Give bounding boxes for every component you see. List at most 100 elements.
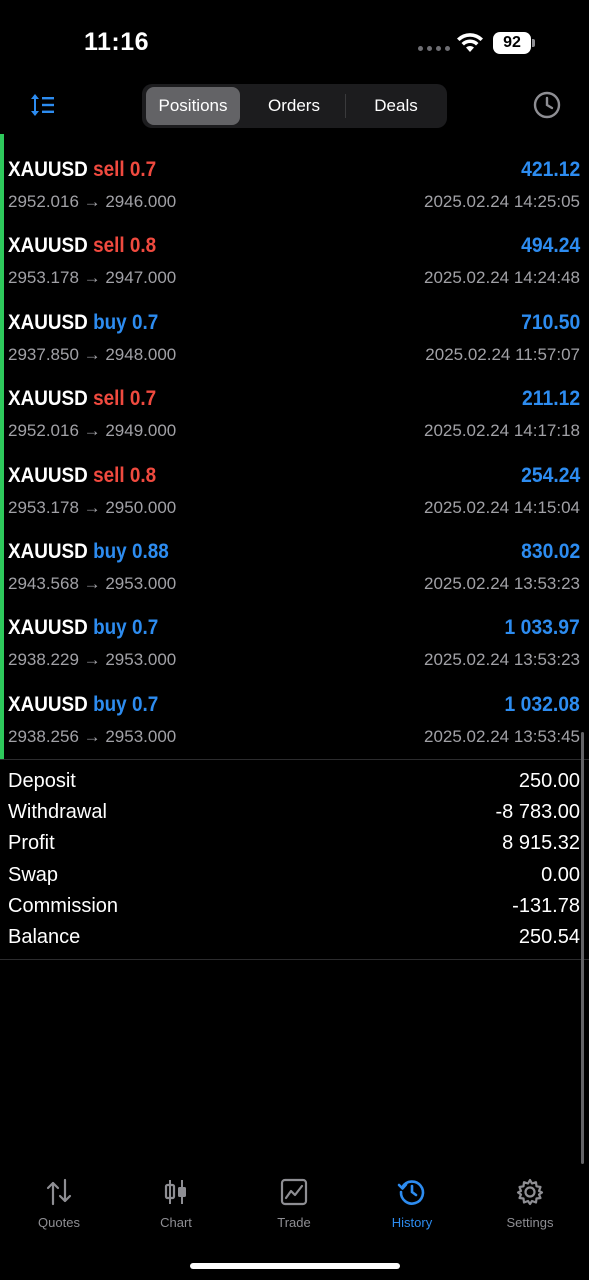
deal-title: XAUUSD buy 0.7 xyxy=(8,311,158,335)
deal-volume: 0.8 xyxy=(129,234,157,258)
deal-row[interactable]: XAUUSD sell 0.8 494.24 2953.178 → 2947.000… xyxy=(0,210,589,288)
trade-chart-icon xyxy=(280,1178,308,1206)
deal-row[interactable]: XAUUSD sell 0.7 211.12 2952.016 → 2949.000… xyxy=(0,363,589,441)
deal-profit: 211.12 xyxy=(521,387,580,411)
summary-row-balance: Balance 250.54 xyxy=(0,926,589,957)
tab-history[interactable]: History xyxy=(353,1177,471,1247)
deal-datetime: 2025.02.24 13:53:23 xyxy=(424,574,580,593)
deal-symbol: XAUUSD xyxy=(8,158,88,181)
deal-title: XAUUSD buy 0.88 xyxy=(8,540,169,564)
deal-symbol: XAUUSD xyxy=(8,692,88,716)
deal-volume: 0.8 xyxy=(129,463,157,487)
deal-volume: 0.7 xyxy=(131,616,159,640)
deal-side: buy xyxy=(93,540,127,563)
history-clock-icon xyxy=(397,1180,425,1205)
candlestick-chart-icon xyxy=(164,1180,186,1204)
sort-icon[interactable] xyxy=(28,90,58,120)
summary-label: Withdrawal xyxy=(8,801,107,824)
summary-value: 250.54 xyxy=(518,926,580,948)
deal-symbol: XAUUSD xyxy=(8,234,88,258)
tab-settings[interactable]: Settings xyxy=(471,1177,589,1247)
deal-row[interactable]: XAUUSD sell 0.7 421.12 2952.016 → 2946.000… xyxy=(0,134,589,211)
deal-datetime: 2025.02.24 11:57:07 xyxy=(425,344,580,364)
deal-title: XAUUSD sell 0.8 xyxy=(8,464,156,488)
summary-value: -8 783.00 xyxy=(495,801,580,824)
scrollbar[interactable] xyxy=(581,732,584,1164)
deal-row[interactable]: XAUUSD sell 0.8 254.24 2953.178 → 2950.000… xyxy=(0,440,589,517)
tab-label: History xyxy=(391,1215,433,1230)
deal-symbol: XAUUSD xyxy=(8,387,88,411)
segment-positions[interactable]: Positions xyxy=(146,87,240,125)
summary-row-swap: Swap 0.00 xyxy=(0,864,589,895)
deal-prices: 2952.016 → 2946.000 xyxy=(8,192,177,211)
deal-title: XAUUSD sell 0.8 xyxy=(8,234,156,258)
gear-icon xyxy=(516,1178,544,1206)
summary-row-commission: Commission -131.78 xyxy=(0,895,589,926)
status-time: 11:16 xyxy=(84,28,150,56)
deal-side: sell xyxy=(93,463,125,487)
quotes-arrows-icon xyxy=(46,1178,72,1206)
deal-datetime: 2025.02.24 14:17:18 xyxy=(424,421,580,441)
summary-label: Swap xyxy=(8,863,59,886)
deal-row[interactable]: XAUUSD buy 0.7 710.50 2937.850 → 2948.000 2… xyxy=(0,287,589,364)
deal-profit: 710.50 xyxy=(520,310,580,334)
deal-profit: 1 032.08 xyxy=(504,692,580,716)
deal-row[interactable]: XAUUSD buy 0.7 1 033.97 2938.229 → 2953.00… xyxy=(0,592,589,670)
deal-prices: 2938.256 → 2953.000 xyxy=(8,726,177,746)
summary-value: 8 915.32 xyxy=(502,832,580,855)
wifi-icon xyxy=(457,33,483,52)
deal-side: buy xyxy=(93,310,127,334)
deal-title: XAUUSD sell 0.7 xyxy=(8,387,156,411)
deal-prices: 2937.850 → 2948.000 xyxy=(8,344,177,364)
deal-datetime: 2025.02.24 14:24:48 xyxy=(424,268,580,288)
deal-prices: 2938.229 → 2953.000 xyxy=(8,650,177,670)
tab-quotes[interactable]: Quotes xyxy=(0,1177,118,1247)
deal-row[interactable]: XAUUSD buy 0.88 830.02 2943.568 → 2953.000… xyxy=(0,516,589,593)
period-clock-icon[interactable] xyxy=(532,90,562,120)
deal-prices: 2952.016 → 2949.000 xyxy=(8,421,177,441)
segment-orders[interactable]: Orders xyxy=(244,87,344,125)
summary-label: Balance xyxy=(8,926,81,948)
segment-deals[interactable]: Deals xyxy=(347,87,445,125)
deal-side: buy xyxy=(93,616,127,640)
tab-label: Chart xyxy=(160,1215,192,1230)
tab-label: Settings xyxy=(506,1215,554,1230)
deal-title: XAUUSD buy 0.7 xyxy=(8,693,158,717)
home-indicator[interactable] xyxy=(190,1263,400,1269)
summary-label: Profit xyxy=(8,832,55,855)
deal-datetime: 2025.02.24 13:53:45 xyxy=(424,726,580,746)
summary-row-deposit: Deposit 250.00 xyxy=(0,770,589,801)
deal-symbol: XAUUSD xyxy=(8,463,88,487)
deal-volume: 0.88 xyxy=(131,540,169,563)
summary-label: Commission xyxy=(8,894,119,917)
deal-side: buy xyxy=(93,692,127,716)
deal-side: sell xyxy=(93,387,125,411)
deal-prices: 2943.568 → 2953.000 xyxy=(8,574,177,593)
segment-divider xyxy=(345,94,346,118)
tab-label: Trade xyxy=(277,1215,311,1230)
deal-profit: 494.24 xyxy=(520,234,580,258)
summary-value: 250.00 xyxy=(518,770,580,792)
view-segmented-control: Positions Orders Deals xyxy=(142,84,447,128)
cellular-signal-icon xyxy=(418,46,450,51)
deal-datetime: 2025.02.24 14:25:05 xyxy=(424,192,580,211)
deal-side: sell xyxy=(93,234,125,258)
deal-volume: 0.7 xyxy=(129,387,157,411)
deal-volume: 0.7 xyxy=(131,310,159,334)
tab-label: Quotes xyxy=(38,1215,80,1230)
deal-profit: 254.24 xyxy=(520,463,580,487)
tab-chart[interactable]: Chart xyxy=(117,1177,235,1247)
status-bar: 11:16 92 xyxy=(0,0,589,80)
battery-tip xyxy=(532,39,535,47)
deal-profit: 830.02 xyxy=(520,540,580,563)
deal-row[interactable]: XAUUSD buy 0.7 1 032.08 2938.256 → 2953.00… xyxy=(0,669,589,746)
deal-symbol: XAUUSD xyxy=(8,616,88,640)
summary-row-profit: Profit 8 915.32 xyxy=(0,832,589,863)
summary-label: Deposit xyxy=(8,770,76,792)
deal-symbol: XAUUSD xyxy=(8,540,88,563)
deal-side: sell xyxy=(93,158,125,181)
deal-prices: 2953.178 → 2950.000 xyxy=(8,497,177,517)
tab-trade[interactable]: Trade xyxy=(235,1177,353,1247)
deal-datetime: 2025.02.24 13:53:23 xyxy=(424,650,580,670)
deal-symbol: XAUUSD xyxy=(8,310,88,334)
